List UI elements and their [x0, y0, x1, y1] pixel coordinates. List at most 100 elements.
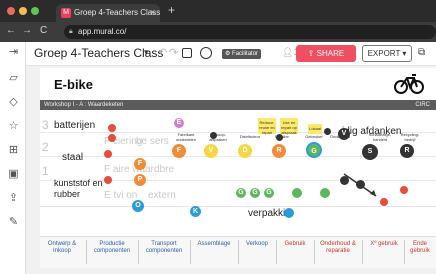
category-label: Onderhoud & reparatie	[320, 241, 356, 254]
facilitator-badge[interactable]: ⚙ Facilitator	[222, 49, 262, 59]
share-button[interactable]: ⇪ SHARE	[296, 45, 356, 62]
row-label[interactable]: batterijen	[54, 120, 95, 131]
sticky-note-icon[interactable]: ▱	[7, 72, 20, 85]
url-input[interactable]: 🔒︎ app.mural.co/	[64, 25, 436, 39]
marker-dot[interactable]	[210, 132, 217, 139]
title-dropdown-icon[interactable]: ▾	[144, 47, 149, 58]
image-icon[interactable]: ▣	[7, 168, 20, 181]
address-bar-row: ← → C 🔒︎ app.mural.co/	[0, 22, 436, 42]
maximize-window-icon[interactable]	[31, 7, 39, 15]
value-chain-grid: 3 2 1 batterijen staal kunststof en rubb…	[40, 110, 436, 232]
workshop-right: CIRC	[415, 102, 430, 108]
column-header: Verkoop-afspraken	[209, 132, 227, 142]
row-number: 3	[42, 118, 49, 132]
pen-icon[interactable]: ✎	[7, 216, 20, 229]
close-window-icon[interactable]	[7, 7, 15, 15]
marker-dot[interactable]	[104, 176, 112, 184]
sign-in-icon[interactable]: ⇥	[7, 46, 20, 59]
marker-dot[interactable]	[108, 134, 116, 142]
url-text: app.mural.co/	[78, 27, 127, 36]
row-number: 1	[42, 164, 49, 178]
divider	[314, 240, 315, 264]
value-circle[interactable]: G	[306, 142, 322, 158]
browser-tab-bar: M Groep 4-Teachers Class - CIRC × +	[0, 0, 436, 22]
marker-dot[interactable]	[108, 124, 116, 132]
category-label: Transport componenten	[145, 241, 183, 254]
value-circle[interactable]: V	[204, 144, 218, 158]
back-button[interactable]: ←	[6, 25, 16, 36]
row-number: 2	[42, 140, 49, 154]
upload-icon[interactable]: ⇪	[7, 192, 20, 205]
shapes-icon[interactable]: ◇	[7, 96, 20, 109]
value-circle[interactable]: S	[362, 144, 378, 160]
marker-dot[interactable]	[276, 134, 283, 141]
value-circle[interactable]: O	[132, 200, 144, 212]
star-icon[interactable]: ☆	[7, 120, 20, 133]
divider	[362, 240, 363, 264]
row-label[interactable]: staal	[62, 152, 83, 163]
browser-tab[interactable]: M Groep 4-Teachers Class - CIRC ×	[56, 4, 160, 22]
mural-favicon-icon: M	[61, 8, 71, 18]
timer-icon[interactable]	[200, 47, 212, 59]
divider	[138, 240, 139, 264]
sticky-note[interactable]: Use en repair op afspraak	[280, 118, 298, 135]
mural-top-bar: Groep 4-Teachers Class ▾ ↶ ↷ ⚙ Facilitat…	[26, 42, 436, 66]
value-circle[interactable]: K	[190, 206, 201, 217]
category-label: Productie componenten	[93, 241, 131, 254]
row-divider	[40, 206, 436, 207]
value-circle[interactable]: D	[238, 144, 252, 158]
export-button[interactable]: EXPORT ▾	[362, 45, 412, 62]
undo-icon[interactable]: ↶	[158, 46, 167, 59]
sticky-note[interactable]: Reduce, reuse en repair	[258, 118, 276, 135]
left-toolbar: ⇥ ▱ ◇ ☆ ⊞ ▣ ⇪ ✎	[0, 42, 26, 274]
faded-text: E tvi on	[104, 190, 138, 201]
lock-icon: 🔒︎	[69, 28, 73, 35]
value-circle[interactable]: G	[264, 188, 274, 198]
new-tab-button[interactable]: +	[168, 3, 175, 17]
copy-icon[interactable]: ⧉	[418, 47, 425, 58]
column-header: Gebruiker	[305, 134, 323, 139]
minimize-window-icon[interactable]	[19, 7, 27, 15]
category-label: Xº gebruik	[370, 241, 398, 247]
workshop-label: Workshop I - A : Waardeketen	[44, 102, 124, 108]
category-label: Ende gebruik	[410, 241, 430, 254]
value-circle[interactable]: R	[400, 144, 414, 158]
arrow-icon	[343, 173, 377, 197]
category-label: Verkoop	[245, 241, 269, 247]
workshop-bar: Workshop I - A : Waardeketen CIRC	[40, 100, 436, 110]
bike-icon	[394, 74, 424, 94]
category-label: Gebruik	[284, 241, 306, 247]
value-circle[interactable]: P	[134, 174, 146, 186]
grid-icon[interactable]: ⊞	[7, 144, 20, 157]
app-window: M Groep 4-Teachers Class - CIRC × + ← → …	[0, 0, 436, 274]
marker-dot[interactable]	[324, 128, 331, 135]
value-circle[interactable]: E	[174, 118, 184, 128]
sticky-text[interactable]: verpakki	[248, 208, 285, 219]
row-label[interactable]: kunststof en rubber	[54, 178, 106, 200]
sticky-note[interactable]: Lokaal	[308, 124, 322, 134]
value-circle[interactable]: G	[250, 188, 260, 198]
faded-text: extern	[148, 190, 176, 201]
value-circle[interactable]: F	[134, 158, 146, 170]
value-circle[interactable]: G	[236, 188, 246, 198]
redo-icon[interactable]: ↷	[169, 46, 178, 59]
frame-icon[interactable]	[182, 48, 192, 58]
tab-close-icon[interactable]: ×	[150, 4, 155, 22]
divider	[238, 240, 239, 264]
marker-dot[interactable]	[320, 188, 330, 198]
category-label: Ontwerp & Inkoop	[47, 241, 77, 254]
reload-button[interactable]: C	[40, 25, 47, 36]
value-circle[interactable]: F	[172, 144, 186, 158]
marker-dot[interactable]	[104, 150, 112, 158]
value-circle[interactable]: V	[338, 128, 350, 140]
mural-board[interactable]: E-bike Workshop I - A : Waardeketen CIRC…	[40, 68, 436, 268]
marker-dot[interactable]	[292, 188, 302, 198]
marker-dot[interactable]	[284, 208, 294, 218]
divider	[404, 240, 405, 264]
marker-dot[interactable]	[400, 186, 408, 194]
divider	[86, 240, 87, 264]
category-row: Ontwerp & Inkoop Productie componenten T…	[40, 236, 436, 268]
faded-text: be sers	[136, 136, 169, 147]
value-circle[interactable]: R	[272, 144, 286, 158]
forward-button[interactable]: →	[22, 25, 32, 36]
